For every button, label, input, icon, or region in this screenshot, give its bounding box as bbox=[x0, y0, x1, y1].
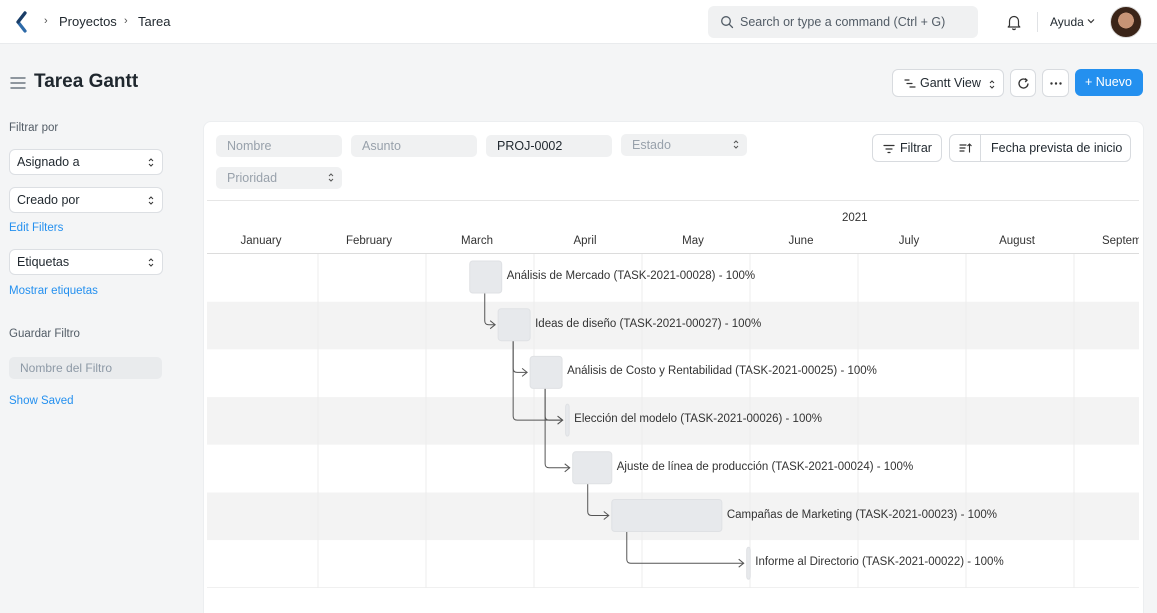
select-arrows-icon bbox=[148, 258, 154, 267]
priority-filter-placeholder: Prioridad bbox=[227, 171, 278, 185]
tags-select[interactable]: Etiquetas bbox=[9, 249, 163, 275]
edit-filters-link[interactable]: Edit Filters bbox=[9, 222, 63, 234]
filter-by-heading: Filtrar por bbox=[9, 122, 59, 134]
name-filter-placeholder: Nombre bbox=[227, 139, 272, 153]
help-menu[interactable]: Ayuda bbox=[1050, 15, 1084, 29]
breadcrumb-proyectos[interactable]: Proyectos bbox=[59, 14, 117, 29]
sort-ascending-icon bbox=[959, 143, 972, 153]
notification-bell-icon[interactable] bbox=[1005, 13, 1023, 31]
sort-order-button[interactable] bbox=[950, 135, 981, 161]
sort-control: Fecha prevista de inicio bbox=[949, 134, 1131, 162]
gantt-task-label[interactable]: Informe al Directorio (TASK-2021-00022) … bbox=[755, 556, 1003, 568]
user-avatar[interactable] bbox=[1110, 6, 1142, 38]
gantt-month-label: January bbox=[240, 235, 282, 247]
show-saved-link[interactable]: Show Saved bbox=[9, 395, 74, 407]
filter-button-label: Filtrar bbox=[900, 141, 932, 155]
gantt-task-bar bbox=[611, 499, 723, 532]
gantt-task-bar bbox=[565, 403, 570, 437]
gantt-month-label: Septemb bbox=[1101, 235, 1139, 247]
gantt-month-label: May bbox=[682, 235, 704, 247]
gantt-month-label: February bbox=[345, 235, 393, 247]
view-switcher-label: Gantt View bbox=[920, 76, 981, 90]
gantt-task-label[interactable]: Ideas de diseño (TASK-2021-00027) - 100% bbox=[535, 318, 761, 330]
gantt-task-bar bbox=[497, 308, 531, 342]
select-arrows-icon bbox=[733, 140, 739, 149]
gantt-svg bbox=[207, 200, 1139, 588]
chevron-down-icon[interactable] bbox=[1086, 16, 1096, 26]
search-bar[interactable]: Search or type a command (Ctrl + G) bbox=[708, 6, 978, 38]
subject-filter-placeholder: Asunto bbox=[362, 139, 401, 153]
new-button[interactable]: + Nuevo bbox=[1075, 69, 1143, 96]
gantt-task-bar bbox=[572, 451, 613, 485]
more-dots-icon bbox=[1050, 82, 1062, 85]
gantt-view-icon bbox=[904, 79, 916, 88]
project-filter-value: PROJ-0002 bbox=[497, 139, 563, 153]
view-switcher-button[interactable]: Gantt View bbox=[892, 69, 1004, 97]
search-icon bbox=[721, 16, 734, 29]
select-arrows-icon bbox=[148, 196, 154, 205]
select-arrows-icon bbox=[328, 173, 334, 182]
sort-field-button[interactable]: Fecha prevista de inicio bbox=[991, 141, 1122, 155]
gantt-month-label: August bbox=[999, 235, 1035, 247]
gantt-task-bar bbox=[469, 260, 503, 294]
select-arrows-icon bbox=[989, 80, 995, 89]
gantt-task-label[interactable]: Campañas de Marketing (TASK-2021-00023) … bbox=[727, 509, 997, 521]
page-title: Tarea Gantt bbox=[34, 71, 139, 92]
priority-filter-select[interactable]: Prioridad bbox=[216, 167, 342, 189]
status-filter-select[interactable]: Estado bbox=[621, 134, 747, 156]
gantt-month-label: June bbox=[788, 235, 814, 247]
created-by-select[interactable]: Creado por bbox=[9, 187, 163, 213]
app-logo-icon[interactable] bbox=[14, 11, 28, 33]
assigned-to-label: Asignado a bbox=[17, 155, 80, 169]
chevron-right-icon: › bbox=[124, 15, 128, 27]
navbar: › Proyectos › Tarea Search or type a com… bbox=[0, 0, 1157, 44]
filter-name-input[interactable]: Nombre del Filtro bbox=[9, 357, 162, 379]
status-filter-placeholder: Estado bbox=[632, 138, 671, 152]
refresh-button[interactable] bbox=[1010, 69, 1036, 97]
refresh-icon bbox=[1018, 78, 1029, 89]
gantt-task-bar bbox=[746, 546, 751, 580]
new-button-label: + Nuevo bbox=[1085, 75, 1132, 89]
assigned-to-select[interactable]: Asignado a bbox=[9, 149, 163, 175]
show-tags-link[interactable]: Mostrar etiquetas bbox=[9, 285, 98, 297]
select-arrows-icon bbox=[148, 158, 154, 167]
gantt-task-bar bbox=[529, 355, 563, 389]
more-actions-button[interactable] bbox=[1042, 69, 1069, 97]
gantt-month-label: March bbox=[461, 235, 493, 247]
gantt-task-label[interactable]: Análisis de Mercado (TASK-2021-00028) - … bbox=[507, 270, 755, 282]
gantt-month-label: April bbox=[573, 235, 597, 247]
tags-label: Etiquetas bbox=[17, 255, 70, 269]
gantt-task-label[interactable]: Análisis de Costo y Rentabilidad (TASK-2… bbox=[567, 365, 877, 377]
filter-icon bbox=[883, 144, 895, 154]
navbar-divider bbox=[1037, 12, 1038, 32]
filter-button[interactable]: Filtrar bbox=[872, 134, 942, 162]
gantt-task-label[interactable]: Ajuste de línea de producción (TASK-2021… bbox=[617, 461, 913, 473]
created-by-label: Creado por bbox=[17, 193, 80, 207]
gantt-month-label: July bbox=[898, 235, 920, 247]
breadcrumb-tarea[interactable]: Tarea bbox=[138, 14, 171, 29]
filter-name-placeholder: Nombre del Filtro bbox=[20, 361, 113, 375]
gantt-task-label[interactable]: Elección del modelo (TASK-2021-00026) - … bbox=[574, 413, 822, 425]
gantt-chart: 2021 January February March April May June Jul… bbox=[207, 200, 1139, 588]
search-placeholder: Search or type a command (Ctrl + G) bbox=[740, 15, 946, 29]
gantt-year-label: 2021 bbox=[842, 212, 868, 224]
subject-filter-input[interactable]: Asunto bbox=[351, 135, 477, 157]
save-filter-heading: Guardar Filtro bbox=[9, 328, 80, 340]
chevron-right-icon: › bbox=[44, 15, 48, 27]
sidebar-toggle-icon[interactable] bbox=[10, 76, 26, 90]
name-filter-input[interactable]: Nombre bbox=[216, 135, 342, 157]
project-filter-input[interactable]: PROJ-0002 bbox=[486, 135, 612, 157]
